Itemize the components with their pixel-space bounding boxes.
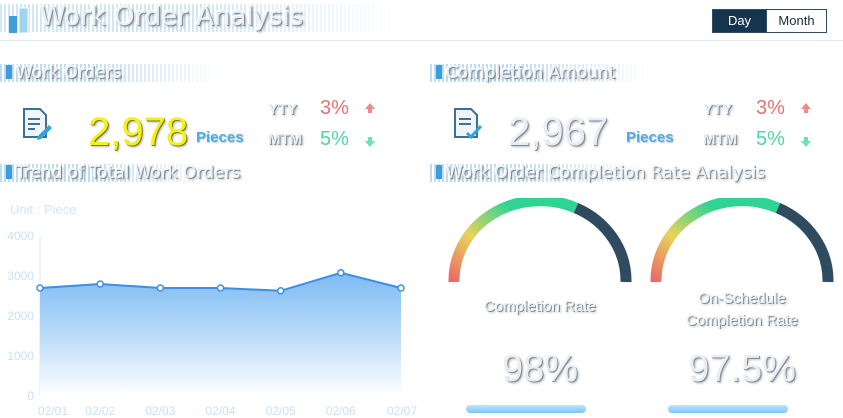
section-marker-icon <box>6 165 12 179</box>
yty-value: 3% <box>320 97 349 119</box>
work-orders-value: 2,978 <box>88 110 189 154</box>
data-point <box>36 284 44 292</box>
section-marker-icon <box>6 65 12 79</box>
mtm-label: MTM <box>703 131 738 148</box>
yty-value: 3% <box>756 97 785 119</box>
arrow-up-icon <box>365 103 375 113</box>
completion-rate-gauge: Completion Rate 98% <box>440 198 640 390</box>
gauge-value: 97.5% <box>688 348 796 390</box>
section-title: Work Order Completion Rate Analysis <box>446 163 766 183</box>
gauge-arc <box>448 198 632 283</box>
document-check-icon <box>454 108 483 140</box>
y-tick-label: 1000 <box>7 349 34 363</box>
section-marker-icon <box>436 65 442 79</box>
day-button[interactable]: Day <box>713 10 766 32</box>
data-point <box>96 280 104 288</box>
section-marker-icon <box>436 165 442 179</box>
document-edit-icon <box>23 108 52 140</box>
y-tick-label: 3000 <box>7 269 34 283</box>
gauge-value: 98% <box>501 348 579 390</box>
section-title: Work Orders <box>16 63 122 83</box>
data-point <box>216 284 225 292</box>
completion-amount-value: 2,967 <box>508 110 609 154</box>
section-title: Completion Amount <box>446 63 616 83</box>
x-tick-label: 02/05 <box>266 404 296 418</box>
app-logo-icon <box>9 7 29 34</box>
yty-label: YTY <box>703 101 733 118</box>
data-point <box>156 284 165 292</box>
gauge-label-line-2: Completion Rate <box>686 312 798 329</box>
gauge-base-bar <box>466 405 586 413</box>
on-schedule-rate-gauge: On-Schedule Completion Rate 97.5% <box>642 198 842 390</box>
month-button[interactable]: Month <box>766 10 826 32</box>
chart-unit-caption: Unit : Piece <box>10 202 77 217</box>
x-tick-label: 02/04 <box>205 404 235 418</box>
mtm-value: 5% <box>320 128 349 150</box>
gauge-label: Completion Rate <box>484 298 596 315</box>
x-tick-label: 02/02 <box>85 404 115 418</box>
gauge-label-line-1: On-Schedule <box>698 290 786 307</box>
title-bar: Work Order Analysis Day Month <box>0 0 843 41</box>
data-point <box>337 269 345 277</box>
data-point <box>276 287 285 295</box>
yty-label: YTY <box>268 101 298 118</box>
mtm-value: 5% <box>756 128 785 150</box>
arrow-up-icon <box>801 103 811 113</box>
completion-amount-unit: Pieces <box>626 129 674 146</box>
x-tick-label: 02/07 <box>387 404 417 418</box>
x-tick-label: 02/03 <box>145 404 175 418</box>
y-tick-label: 0 <box>27 389 34 403</box>
data-point <box>397 284 405 292</box>
arrow-down-icon <box>365 137 375 147</box>
mtm-label: MTM <box>268 131 303 148</box>
x-tick-label: 02/01 <box>38 404 68 418</box>
period-toggle[interactable]: Day Month <box>712 9 827 33</box>
arrow-down-icon <box>801 137 811 147</box>
y-tick-label: 4000 <box>7 229 34 243</box>
trend-area-chart: 0 1000 2000 3000 4000 02/01 02/02 02/03 02/04 02/… <box>7 229 417 418</box>
work-orders-unit: Pieces <box>196 129 244 146</box>
gauge-base-bar <box>668 405 788 413</box>
section-title: Trend of Total Work Orders <box>16 163 241 183</box>
gauge-arc <box>650 198 834 283</box>
y-tick-label: 2000 <box>7 309 34 323</box>
page-title: Work Order Analysis <box>40 2 304 32</box>
x-tick-label: 02/06 <box>326 404 356 418</box>
